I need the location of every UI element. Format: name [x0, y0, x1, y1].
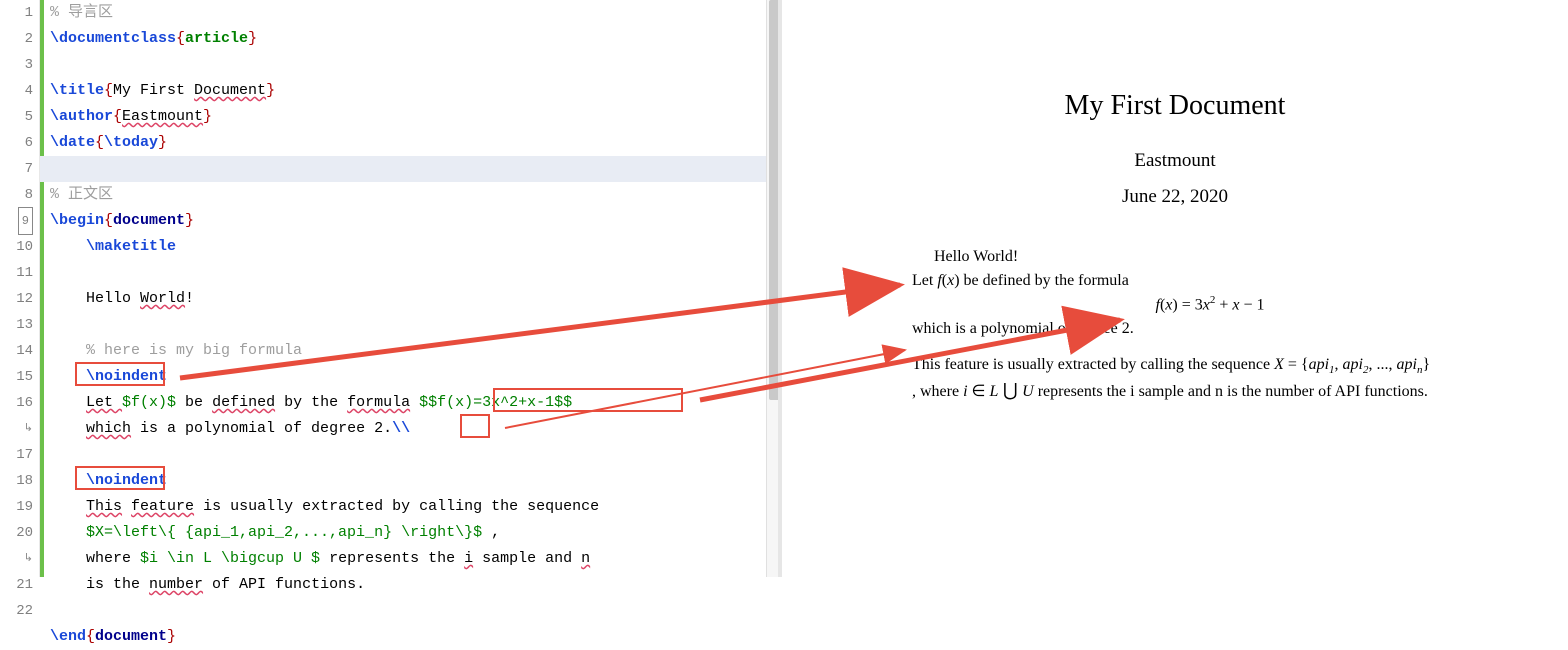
annotation-box-linebreak — [460, 414, 490, 438]
code-line[interactable]: Hello World! — [50, 286, 782, 312]
code-line[interactable] — [50, 260, 782, 286]
line-number: 10 — [0, 234, 39, 260]
line-number: 11 — [0, 260, 39, 286]
line-number: 19 — [0, 494, 39, 520]
line-number: 6 — [0, 130, 39, 156]
line-number: 9 — [0, 208, 39, 234]
code-line[interactable]: where $i \in L \bigcup U $ represents th… — [50, 546, 782, 572]
code-line[interactable]: % here is my big formula — [50, 338, 782, 364]
code-line[interactable]: \title{My First Document} — [50, 78, 782, 104]
annotation-box-displaymath — [493, 388, 683, 412]
code-line[interactable]: \end{document} — [50, 624, 782, 650]
code-line[interactable] — [50, 52, 782, 78]
code-line[interactable]: \author{Eastmount} — [50, 104, 782, 130]
annotation-box-noindent-2 — [75, 466, 165, 490]
code-line[interactable]: \maketitle — [50, 234, 782, 260]
line-gutter: 1 2 3 4 5 6 7 8 9 10 11 12 13 14 15 16 ↳… — [0, 0, 40, 577]
doc-title: My First Document — [812, 90, 1538, 122]
line-number: 14 — [0, 338, 39, 364]
code-line[interactable]: \date{\today} — [50, 130, 782, 156]
wrap-icon: ↳ — [0, 416, 39, 442]
doc-author: Eastmount — [812, 150, 1538, 172]
let-paragraph: Let f(x) be defined by the formula — [912, 270, 1508, 292]
line-number: 8 — [0, 182, 39, 208]
code-line[interactable]: \begin{document} — [50, 208, 782, 234]
code-line[interactable] — [50, 156, 782, 182]
doc-date: June 22, 2020 — [812, 186, 1538, 208]
code-line[interactable]: $X=\left\{ {api_1,api_2,...,api_n} \righ… — [50, 520, 782, 546]
line-number: 1 — [0, 0, 39, 26]
line-number: 12 — [0, 286, 39, 312]
feature-paragraph: This feature is usually extracted by cal… — [912, 354, 1508, 403]
line-number: 13 — [0, 312, 39, 338]
code-editor[interactable]: 1 2 3 4 5 6 7 8 9 10 11 12 13 14 15 16 ↳… — [0, 0, 782, 577]
poly-paragraph: which is a polynomial of degree 2. — [912, 318, 1508, 340]
annotation-box-noindent-1 — [75, 362, 165, 386]
line-number: 16 — [0, 390, 39, 416]
line-number: 7 — [0, 156, 39, 182]
rendered-document: My First Document Eastmount June 22, 202… — [782, 0, 1568, 577]
code-line[interactable]: This feature is usually extracted by cal… — [50, 494, 782, 520]
hello-paragraph: Hello World! — [912, 246, 1508, 268]
code-area[interactable]: % 导言区 \documentclass{article} \title{My … — [40, 0, 782, 577]
line-number: 15 — [0, 364, 39, 390]
line-number: 22 — [0, 598, 39, 624]
code-line[interactable]: % 正文区 — [50, 182, 782, 208]
code-line[interactable] — [50, 598, 782, 624]
line-number: 20 — [0, 520, 39, 546]
line-number: 5 — [0, 104, 39, 130]
doc-body: Hello World! Let f(x) be defined by the … — [912, 246, 1508, 402]
line-number: 17 — [0, 442, 39, 468]
code-line[interactable] — [50, 312, 782, 338]
line-number: 3 — [0, 52, 39, 78]
code-line[interactable]: which is a polynomial of degree 2.\\ — [50, 416, 782, 442]
line-number: 18 — [0, 468, 39, 494]
code-line[interactable] — [50, 442, 782, 468]
code-line[interactable]: % 导言区 — [50, 0, 782, 26]
wrap-icon: ↳ — [0, 546, 39, 572]
display-formula: f(x) = 3x2 + x − 1 — [912, 293, 1508, 316]
line-number: 21 — [0, 572, 39, 598]
line-number: 4 — [0, 78, 39, 104]
line-number: 2 — [0, 26, 39, 52]
code-line[interactable]: \documentclass{article} — [50, 26, 782, 52]
code-line[interactable]: is the number of API functions. — [50, 572, 782, 598]
